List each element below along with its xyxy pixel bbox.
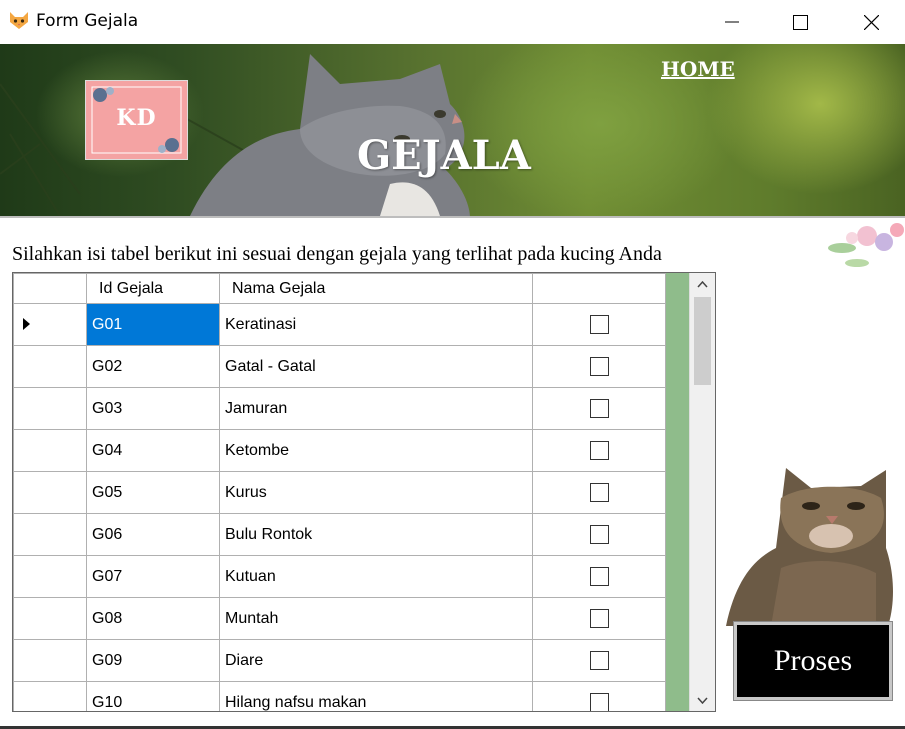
cell-checkbox[interactable]: [532, 597, 666, 640]
cat-face-icon: [10, 12, 28, 29]
cell-id-gejala[interactable]: G02: [86, 345, 220, 388]
banner-divider: [0, 216, 905, 218]
table-row[interactable]: G04 Ketombe: [13, 429, 666, 472]
symptom-checkbox[interactable]: [589, 693, 609, 711]
cell-checkbox[interactable]: [532, 471, 666, 514]
row-header-cell[interactable]: [13, 597, 87, 640]
cell-nama-gejala[interactable]: Ketombe: [219, 429, 533, 472]
symptom-checkbox[interactable]: [589, 651, 609, 670]
header-banner: KD HOME GEJALA: [0, 44, 905, 216]
grid-header-row: Id Gejala Nama Gejala: [13, 273, 666, 304]
row-header-cell[interactable]: [13, 387, 87, 430]
cell-nama-gejala[interactable]: Bulu Rontok: [219, 513, 533, 556]
cell-checkbox[interactable]: [532, 387, 666, 430]
cell-nama-gejala[interactable]: Kutuan: [219, 555, 533, 598]
symptom-checkbox[interactable]: [589, 441, 609, 460]
instruction-text: Silahkan isi tabel berikut ini sesuai de…: [12, 243, 662, 265]
symptom-checkbox[interactable]: [589, 609, 609, 628]
cell-checkbox[interactable]: [532, 681, 666, 711]
column-header-id[interactable]: Id Gejala: [86, 273, 220, 304]
row-header-cell[interactable]: [13, 429, 87, 472]
cell-nama-gejala[interactable]: Keratinasi: [219, 303, 533, 346]
cell-checkbox[interactable]: [532, 429, 666, 472]
chevron-down-icon: [697, 696, 708, 704]
symptom-checkbox[interactable]: [589, 567, 609, 586]
row-header-cell[interactable]: [13, 471, 87, 514]
logo-text: KD: [116, 105, 157, 131]
table-row[interactable]: G03 Jamuran: [13, 387, 666, 430]
kd-logo: KD: [85, 80, 188, 160]
scroll-down-button[interactable]: [690, 689, 715, 711]
cell-checkbox[interactable]: [532, 303, 666, 346]
flower-decoration-icon: [828, 223, 904, 267]
cell-id-gejala[interactable]: G01: [86, 303, 220, 346]
maximize-icon: [792, 14, 808, 30]
table-row[interactable]: G02 Gatal - Gatal: [13, 345, 666, 388]
row-header-cell[interactable]: [13, 513, 87, 556]
table-row[interactable]: G05 Kurus: [13, 471, 666, 514]
title-bar: Form Gejala: [0, 0, 905, 44]
maximize-button[interactable]: [777, 0, 823, 44]
row-header-cell[interactable]: [13, 345, 87, 388]
cell-id-gejala[interactable]: G10: [86, 681, 220, 711]
cell-id-gejala[interactable]: G08: [86, 597, 220, 640]
column-header-check[interactable]: [532, 273, 666, 304]
chevron-up-icon: [697, 280, 708, 288]
cell-nama-gejala[interactable]: Gatal - Gatal: [219, 345, 533, 388]
close-icon: [863, 14, 879, 30]
symptom-checkbox[interactable]: [589, 525, 609, 544]
cell-id-gejala[interactable]: G07: [86, 555, 220, 598]
symptom-checkbox[interactable]: [589, 483, 609, 502]
scroll-up-button[interactable]: [690, 273, 715, 295]
cell-nama-gejala[interactable]: Kurus: [219, 471, 533, 514]
home-link[interactable]: HOME: [661, 57, 735, 81]
table-row[interactable]: G01 Keratinasi: [13, 303, 666, 346]
page-title: GEJALA: [357, 132, 531, 179]
cell-nama-gejala[interactable]: Diare: [219, 639, 533, 682]
table-row[interactable]: G07 Kutuan: [13, 555, 666, 598]
cell-id-gejala[interactable]: G09: [86, 639, 220, 682]
cell-id-gejala[interactable]: G04: [86, 429, 220, 472]
row-header-cell[interactable]: [13, 639, 87, 682]
symptom-checkbox[interactable]: [589, 399, 609, 418]
scroll-thumb[interactable]: [694, 297, 711, 385]
symptom-checkbox[interactable]: [589, 357, 609, 376]
cell-checkbox[interactable]: [532, 555, 666, 598]
cell-checkbox[interactable]: [532, 345, 666, 388]
minimize-icon: [725, 21, 739, 23]
table-row[interactable]: G06 Bulu Rontok: [13, 513, 666, 556]
vertical-scrollbar[interactable]: [689, 273, 715, 711]
cell-nama-gejala[interactable]: Hilang nafsu makan: [219, 681, 533, 711]
close-button[interactable]: [848, 0, 894, 44]
window-title: Form Gejala: [36, 11, 139, 31]
cell-checkbox[interactable]: [532, 513, 666, 556]
cell-id-gejala[interactable]: G03: [86, 387, 220, 430]
table-row[interactable]: G09 Diare: [13, 639, 666, 682]
cell-checkbox[interactable]: [532, 639, 666, 682]
cell-nama-gejala[interactable]: Jamuran: [219, 387, 533, 430]
cell-id-gejala[interactable]: G05: [86, 471, 220, 514]
symptom-checkbox[interactable]: [589, 315, 609, 334]
minimize-button[interactable]: [709, 0, 755, 44]
proses-button[interactable]: Proses: [734, 622, 892, 700]
cell-id-gejala[interactable]: G06: [86, 513, 220, 556]
row-header-cell[interactable]: [13, 681, 87, 711]
row-header-column: [13, 273, 87, 304]
grid-table: Id Gejala Nama Gejala G01 Keratinasi G02 Ga…: [13, 273, 666, 711]
row-header-cell[interactable]: [13, 555, 87, 598]
table-row[interactable]: G08 Muntah: [13, 597, 666, 640]
cat-image: [726, 468, 893, 626]
column-header-nama[interactable]: Nama Gejala: [219, 273, 533, 304]
symptom-data-grid[interactable]: Id Gejala Nama Gejala G01 Keratinasi G02 Ga…: [12, 272, 716, 712]
cell-nama-gejala[interactable]: Muntah: [219, 597, 533, 640]
table-row[interactable]: G10 Hilang nafsu makan: [13, 681, 666, 711]
current-row-arrow-icon: [23, 318, 30, 330]
row-header-cell[interactable]: [13, 303, 87, 346]
